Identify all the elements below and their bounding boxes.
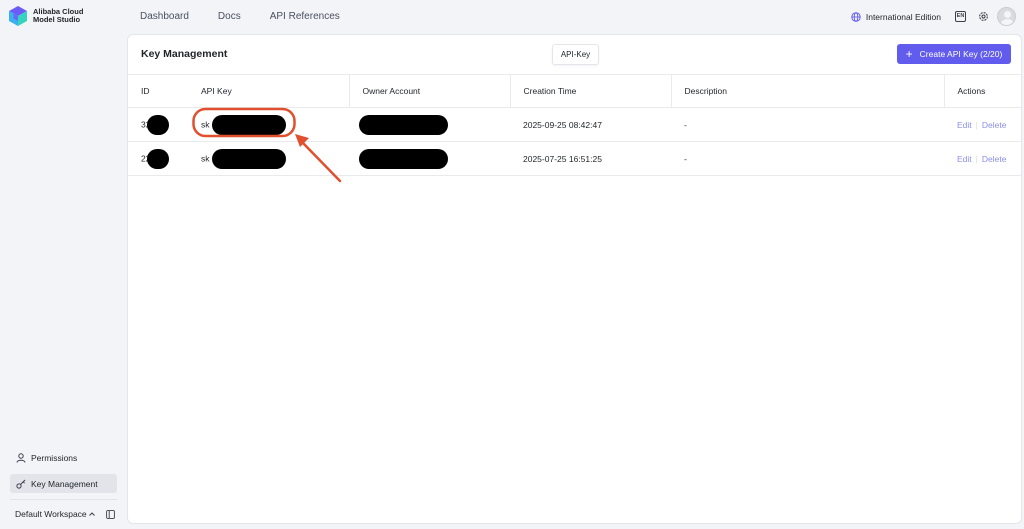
edition-label: International Edition [865, 11, 941, 22]
column-header-creation-time: Creation Time [509, 74, 671, 108]
cell-actions: Edit | Delete [944, 107, 1021, 142]
cell-id: 32 [128, 107, 188, 142]
column-header-actions: Actions [943, 74, 1021, 108]
nav-dashboard[interactable]: Dashboard [140, 11, 189, 22]
sidebar-item-permissions[interactable]: Permissions [10, 448, 117, 467]
redaction-mask [147, 148, 170, 169]
delete-button[interactable]: Delete [982, 154, 1007, 164]
avatar[interactable] [997, 7, 1016, 26]
create-api-key-label: Create API Key (2/20) [919, 49, 1003, 59]
cell-owner-account [349, 107, 510, 142]
user-icon [16, 452, 26, 463]
toolbar: International Edition EN [851, 7, 1016, 26]
delete-button[interactable]: Delete [982, 120, 1007, 130]
api-key-prefix: sk [201, 118, 210, 129]
sidebar-divider [10, 499, 117, 500]
top-bar: Alibaba Cloud Model Studio Dashboard Doc… [0, 0, 1024, 34]
table-header-row: ID API Key Owner Account Creation Time D… [128, 74, 1021, 108]
tab-api-key[interactable]: API-Key [552, 44, 599, 65]
key-icon [16, 479, 26, 489]
table-row: 22 sk 2025-07-25 16:51:25 - Edit | Delete [128, 141, 1021, 176]
panel-header: Key Management API-Key + Create API Key … [128, 35, 1021, 74]
cell-description: - [671, 141, 944, 176]
edit-button[interactable]: Edit [957, 120, 972, 130]
redaction-mask [359, 148, 448, 169]
redaction-mask [211, 114, 286, 135]
logo[interactable]: Alibaba Cloud Model Studio [9, 6, 83, 26]
edition-switcher[interactable]: International Edition [851, 12, 941, 22]
cell-description: - [671, 107, 944, 142]
nav-docs[interactable]: Docs [218, 11, 241, 22]
chevron-up-icon [88, 512, 95, 516]
cell-actions: Edit | Delete [944, 141, 1021, 176]
page-title: Key Management [141, 48, 228, 60]
api-key-prefix: sk [201, 152, 210, 163]
language-icon[interactable]: EN [955, 11, 966, 22]
redaction-mask [211, 148, 286, 169]
cell-creation-time: 2025-09-25 08:42:47 [510, 107, 671, 142]
workspace-label: Default Workspace [15, 509, 87, 519]
api-key-table: ID API Key Owner Account Creation Time D… [128, 74, 1021, 176]
globe-icon [851, 11, 861, 22]
model-studio-logo-icon [9, 6, 27, 26]
edit-button[interactable]: Edit [957, 154, 972, 164]
sidebar: Permissions Key Management Default Works… [0, 34, 127, 529]
sidebar-item-key-management[interactable]: Key Management [10, 474, 117, 493]
sidebar-item-label: Key Management [31, 478, 98, 489]
create-api-key-button[interactable]: + Create API Key (2/20) [897, 44, 1011, 64]
sidebar-item-label: Permissions [31, 452, 78, 463]
table-row: 32 sk 2025-09-25 08:42:47 - Edit | Delete [128, 107, 1021, 142]
column-header-api-key: API Key [188, 74, 349, 108]
cell-id: 22 [128, 141, 188, 176]
cell-api-key[interactable]: sk [188, 141, 349, 176]
cell-owner-account [349, 141, 510, 176]
column-header-id: ID [128, 74, 188, 108]
main-nav: Dashboard Docs API References [140, 11, 340, 22]
cell-api-key[interactable]: sk [188, 107, 349, 142]
workspace-switcher[interactable]: Default Workspace [15, 509, 96, 519]
column-header-owner-account: Owner Account [348, 74, 510, 108]
redaction-mask [147, 114, 170, 135]
logo-line-2: Model Studio [33, 15, 81, 24]
cell-creation-time: 2025-07-25 16:51:25 [510, 141, 671, 176]
redaction-mask [359, 114, 448, 135]
gear-icon[interactable] [978, 11, 989, 22]
sidebar-collapse-icon[interactable] [106, 510, 115, 519]
logo-text: Alibaba Cloud Model Studio [33, 7, 83, 25]
plus-icon: + [905, 47, 913, 61]
nav-api-references[interactable]: API References [270, 11, 340, 22]
column-header-description: Description [670, 74, 944, 108]
key-management-panel: Key Management API-Key + Create API Key … [127, 34, 1022, 524]
